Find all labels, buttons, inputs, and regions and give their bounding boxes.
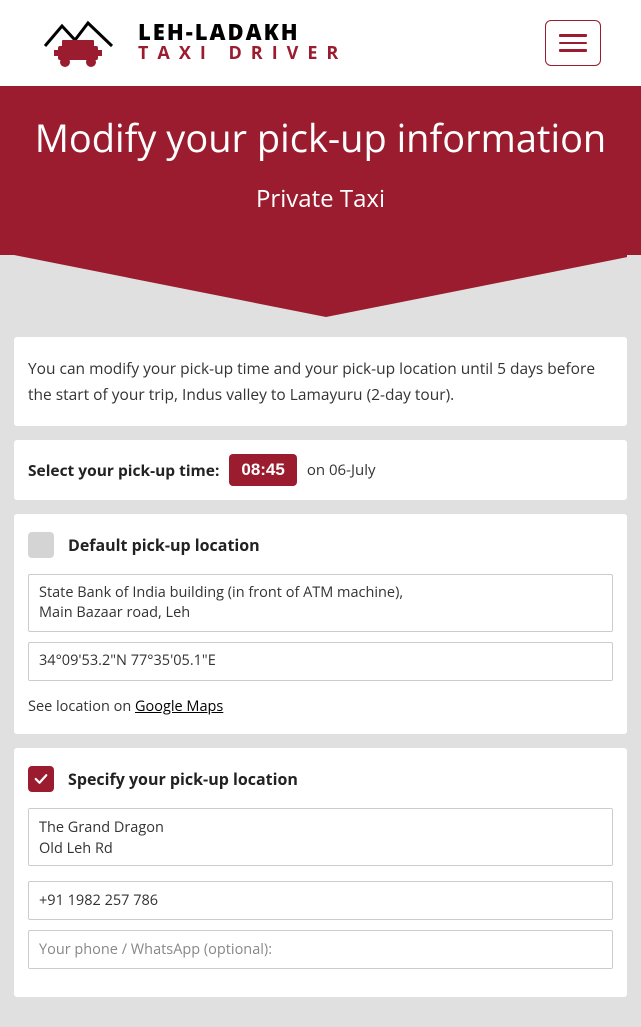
default-location-checkbox-row: Default pick-up location: [28, 532, 613, 558]
content-area: You can modify your pick-up time and you…: [0, 255, 641, 1027]
pickup-time-label: Select your pick-up time:: [28, 459, 219, 481]
google-maps-link[interactable]: Google Maps: [135, 697, 223, 716]
menu-button[interactable]: [545, 20, 601, 66]
hero-triangle: [14, 255, 627, 317]
custom-location-label: Specify your pick-up location: [68, 768, 298, 790]
header: LEH-LADAKH TAXI DRIVER: [0, 0, 641, 86]
check-icon: [32, 770, 50, 788]
maps-link-row: See location on Google Maps: [28, 697, 613, 716]
logo[interactable]: LEH-LADAKH TAXI DRIVER: [40, 18, 347, 68]
custom-location-checkbox-row: Specify your pick-up location: [28, 766, 613, 792]
custom-location-card: Specify your pick-up location: [14, 748, 627, 997]
pickup-time-date: on 06-July: [307, 460, 376, 480]
pickup-time-card: Select your pick-up time: 08:45 on 06-Ju…: [14, 440, 627, 500]
default-coordinates-field: 34°09'53.2"N 77°35'05.1"E: [28, 642, 613, 680]
location-phone-input[interactable]: [28, 881, 613, 920]
info-text: You can modify your pick-up time and you…: [28, 357, 595, 405]
default-location-label: Default pick-up location: [68, 534, 260, 556]
logo-icon: [40, 18, 130, 68]
logo-line1: LEH-LADAKH: [138, 21, 347, 43]
custom-location-checkbox[interactable]: [28, 766, 54, 792]
default-address-field: State Bank of India building (in front o…: [28, 574, 613, 633]
page-subtitle: Private Taxi: [20, 182, 621, 215]
hero-banner: Modify your pick-up information Private …: [0, 86, 641, 255]
logo-line2: TAXI DRIVER: [138, 43, 347, 65]
logo-text: LEH-LADAKH TAXI DRIVER: [138, 21, 347, 65]
default-location-card: Default pick-up location State Bank of I…: [14, 514, 627, 734]
page-title: Modify your pick-up information: [20, 112, 621, 164]
custom-address-input[interactable]: [28, 808, 613, 866]
default-location-checkbox[interactable]: [28, 532, 54, 558]
your-phone-input[interactable]: [28, 930, 613, 969]
pickup-time-select[interactable]: 08:45: [229, 454, 296, 486]
hamburger-icon: [559, 34, 587, 37]
info-card: You can modify your pick-up time and you…: [14, 337, 627, 426]
